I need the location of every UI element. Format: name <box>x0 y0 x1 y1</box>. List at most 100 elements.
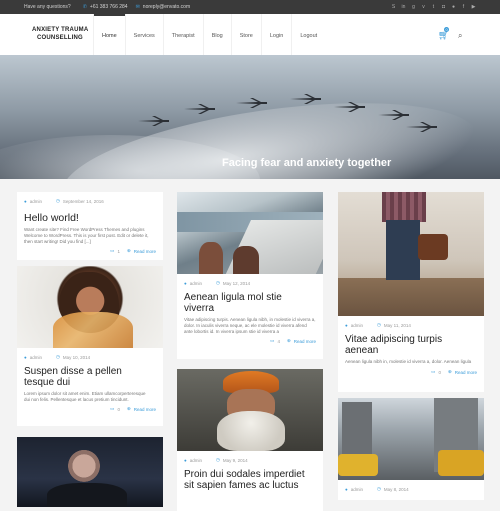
link-icon: ⊕ <box>126 248 131 253</box>
site-logo[interactable]: ANXIETY TRAUMA COUNSELLING <box>32 26 88 42</box>
comment-count[interactable]: 1 <box>117 249 120 254</box>
read-more-link[interactable]: Read more <box>455 370 477 375</box>
post-card-proin: ● admin ◷ May 9, 2014 Proin dui sodales im… <box>177 451 323 511</box>
nav-login[interactable]: Login <box>260 14 291 58</box>
post-author[interactable]: admin <box>351 487 363 492</box>
linkedin-icon[interactable]: in <box>401 4 406 10</box>
post-date: May 9, 2014 <box>222 457 248 463</box>
post-meta: ● admin ◷ May 8, 2014 <box>345 486 477 492</box>
email-contact[interactable]: ✉ noreply@envato.com <box>136 4 191 10</box>
post-card-suspen: ● admin ◷ May 10, 2014 Suspen disse a pell… <box>17 348 163 426</box>
instagram-icon[interactable]: ◘ <box>441 4 446 10</box>
jet-2 <box>184 104 215 114</box>
comments-icon: ▭ <box>110 248 115 253</box>
post-author[interactable]: admin <box>190 281 202 286</box>
post-card-hello-world: ● admin ◷ September 14, 2016 Hello world! … <box>17 192 163 260</box>
nav-logout[interactable]: Logout <box>291 14 325 58</box>
post-image-old-man[interactable] <box>177 369 323 451</box>
nav-services[interactable]: Services <box>124 14 163 58</box>
jet-7 <box>406 122 437 132</box>
read-more-link[interactable]: Read more <box>134 407 156 412</box>
post-title[interactable]: Aenean ligula mol stie viverra <box>184 292 314 314</box>
phone-contact[interactable]: ✆ +61 383 766 284 <box>83 4 128 10</box>
post-meta: ● admin ◷ September 14, 2016 <box>24 198 156 204</box>
comment-count[interactable]: 4 <box>277 339 280 344</box>
email-text: noreply@envato.com <box>142 4 191 10</box>
user-icon: ● <box>345 322 348 328</box>
post-title[interactable]: Suspen disse a pellen tesque dui <box>24 366 152 388</box>
post-title[interactable]: Hello world! <box>24 212 156 224</box>
search-icon[interactable]: ⌕ <box>458 31 462 41</box>
post-image-speaker[interactable] <box>17 437 163 507</box>
clock-icon: ◷ <box>376 486 381 491</box>
post-footer: ▭ 1 ⊕ Read more <box>24 248 156 254</box>
top-bar: Have any questions? ✆ +61 383 766 284 ✉ no… <box>0 0 500 14</box>
jet-5 <box>334 102 365 112</box>
post-author[interactable]: admin <box>190 458 202 463</box>
nav-home[interactable]: Home <box>93 14 125 58</box>
link-icon: ⊕ <box>447 369 452 374</box>
post-date: May 11, 2014 <box>383 322 411 328</box>
comment-count[interactable]: 0 <box>438 370 441 375</box>
jet-4 <box>290 94 321 104</box>
comments-icon: ▭ <box>110 406 115 411</box>
post-date: May 12, 2014 <box>222 280 251 286</box>
phone-text: +61 383 766 284 <box>89 4 128 10</box>
user-icon: ● <box>24 198 27 204</box>
post-image-city-street[interactable] <box>338 398 484 480</box>
post-image-traveler[interactable] <box>338 192 484 316</box>
user-icon: ● <box>184 457 187 463</box>
nav-blog[interactable]: Blog <box>202 14 231 58</box>
post-excerpt: Lorem ipsum dolor sit amet enim. Etiam u… <box>24 391 146 402</box>
questions-label: Have any questions? <box>24 4 71 10</box>
post-date: May 8, 2014 <box>383 486 409 492</box>
google-plus-icon[interactable]: g <box>411 4 416 10</box>
facebook-icon[interactable]: f <box>461 4 466 10</box>
post-card-bottom: ● admin ◷ May 8, 2014 <box>338 480 484 500</box>
phone-icon: ✆ <box>82 4 87 10</box>
user-icon: ● <box>345 486 348 492</box>
post-title[interactable]: Proin dui sodales imperdiet sit sapien f… <box>184 469 316 491</box>
post-meta: ● admin ◷ May 10, 2014 <box>24 354 156 360</box>
post-author[interactable]: admin <box>351 323 363 328</box>
post-footer: ▭ 4 ⊕ Read more <box>184 338 316 344</box>
post-date: May 10, 2014 <box>62 354 91 360</box>
hero-caption: Facing fear and anxiety together <box>222 157 392 169</box>
nav-store[interactable]: Store <box>230 14 261 58</box>
post-meta: ● admin ◷ May 12, 2014 <box>184 280 316 286</box>
flickr-icon[interactable]: ● <box>451 4 456 10</box>
nav-therapist[interactable]: Therapist <box>162 14 203 58</box>
cart-button[interactable]: 🛒︎ 0 <box>438 27 449 41</box>
post-excerpt: Vitae adipiscing turpis. Aenean ligula n… <box>184 317 316 334</box>
link-icon: ⊕ <box>286 338 291 343</box>
post-footer: ▭ 0 ⊕ Read more <box>24 406 156 412</box>
comments-icon: ▭ <box>270 338 275 343</box>
post-author[interactable]: admin <box>30 199 42 204</box>
user-icon: ● <box>24 354 27 360</box>
post-meta: ● admin ◷ May 11, 2014 <box>345 322 477 328</box>
post-author[interactable]: admin <box>30 355 42 360</box>
user-icon: ● <box>184 280 187 286</box>
twitter-icon[interactable]: t <box>431 4 436 10</box>
logo-line-1: ANXIETY TRAUMA <box>32 27 89 33</box>
comment-count[interactable]: 0 <box>117 407 120 412</box>
post-excerpt: Want create site? Find Free WordPress Th… <box>24 227 149 244</box>
post-image-boat[interactable] <box>177 192 323 274</box>
clock-icon: ◷ <box>376 322 381 327</box>
post-date: September 14, 2016 <box>62 198 104 204</box>
read-more-link[interactable]: Read more <box>134 249 156 254</box>
read-more-link[interactable]: Read more <box>294 339 316 344</box>
jet-1 <box>138 116 169 126</box>
post-meta: ● admin ◷ May 9, 2014 <box>184 457 316 463</box>
site-header: ANXIETY TRAUMA COUNSELLING Home Services… <box>0 14 500 58</box>
youtube-icon[interactable]: ▶ <box>471 4 476 10</box>
post-excerpt: Aenean ligula nibh in, molestie id viver… <box>345 359 472 364</box>
post-title[interactable]: Vitae adipiscing turpis aenean <box>345 334 477 356</box>
link-icon: ⊕ <box>126 406 131 411</box>
skype-icon[interactable]: S <box>391 4 396 10</box>
vimeo-icon[interactable]: v <box>421 4 426 10</box>
post-image-portrait-girl[interactable] <box>17 266 163 348</box>
clock-icon: ◷ <box>55 198 60 203</box>
comments-icon: ▭ <box>431 369 436 374</box>
post-card-vitae: ● admin ◷ May 11, 2014 Vitae adipiscing tu… <box>338 316 484 392</box>
